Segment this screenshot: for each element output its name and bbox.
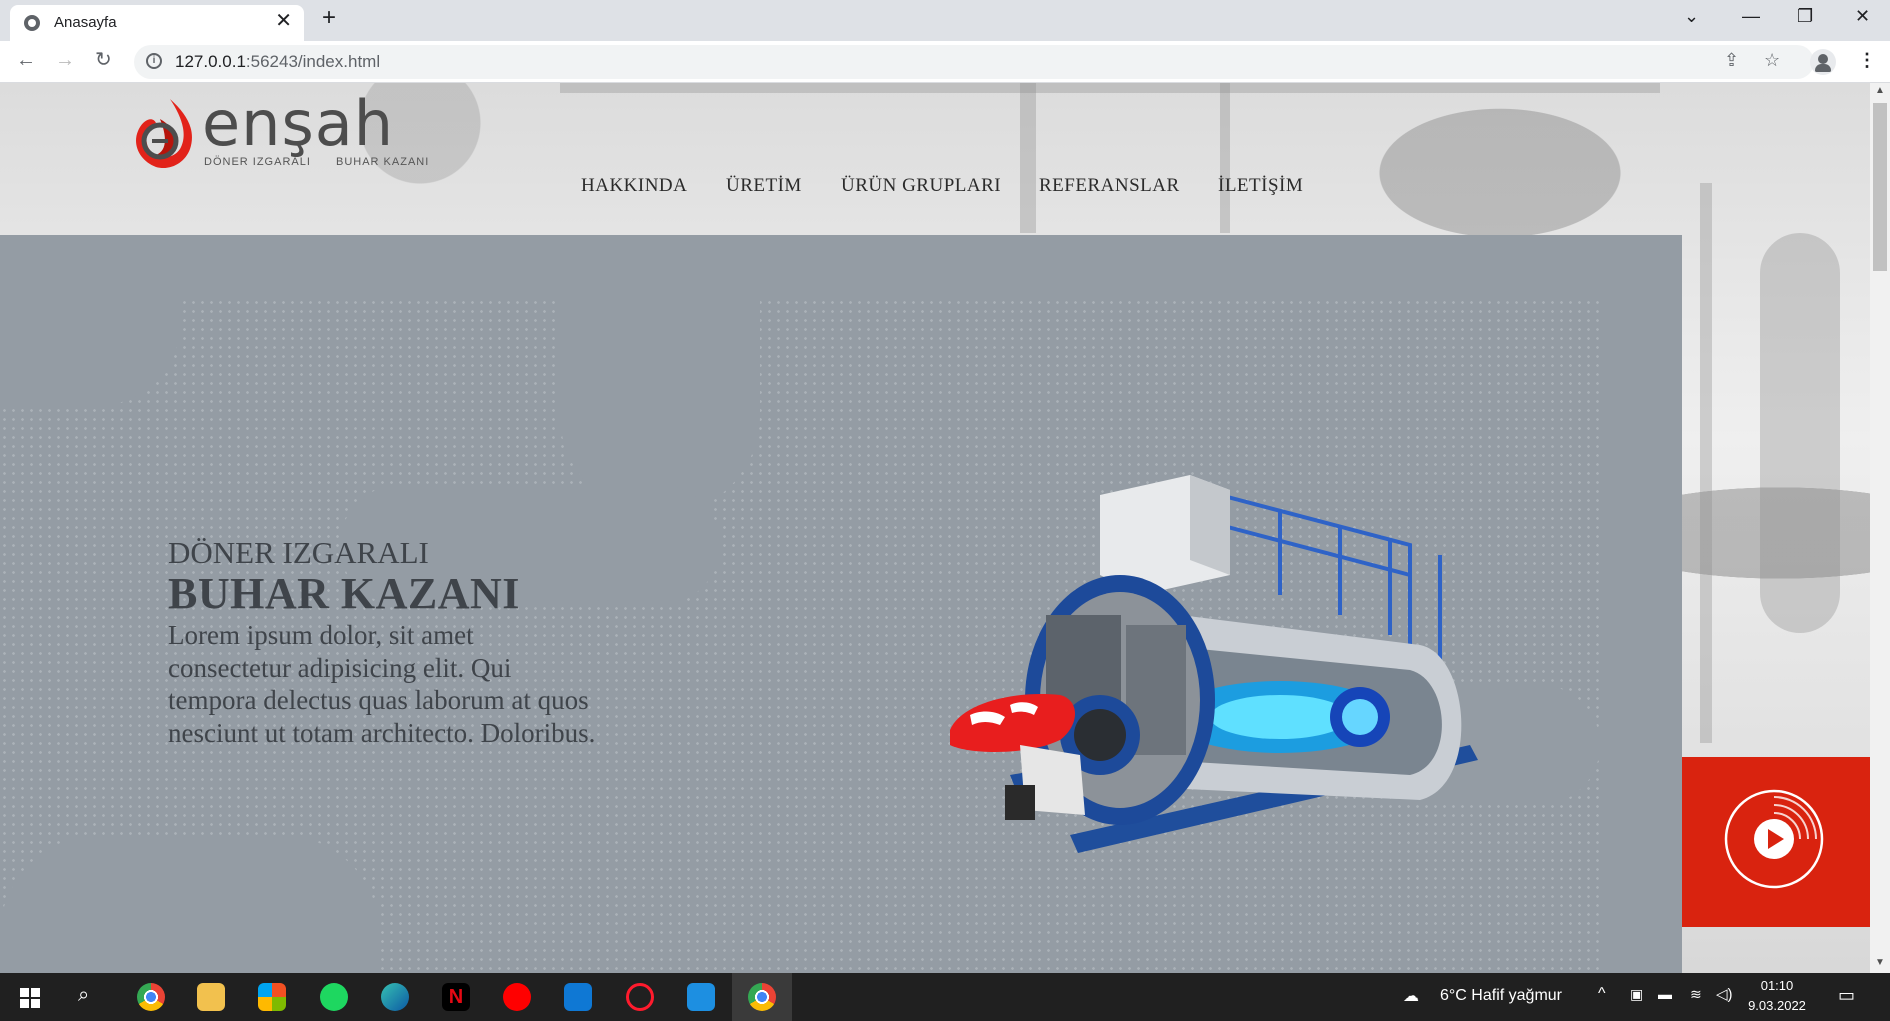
globe-icon: [24, 15, 40, 31]
store-icon[interactable]: [258, 983, 286, 1011]
remote-app-icon[interactable]: [687, 983, 715, 1011]
nav-link-production[interactable]: ÜRETİM: [726, 175, 802, 197]
tab-title: Anasayfa: [54, 14, 117, 31]
logo-subtitle-right: BUHAR KAZANI: [336, 156, 430, 168]
address-bar[interactable]: i 127.0.0.1:56243/index.html: [134, 45, 1814, 79]
chevron-up-icon[interactable]: ^: [1598, 985, 1606, 1003]
nav-link-about[interactable]: HAKKINDA: [581, 175, 687, 197]
nav-link-references[interactable]: REFERANSLAR: [1039, 175, 1180, 197]
scroll-up-arrow-icon[interactable]: ▲: [1875, 85, 1885, 96]
mail-icon[interactable]: [564, 983, 592, 1011]
logo-subtitle-left: DÖNER IZGARALI: [204, 156, 311, 168]
restore-button[interactable]: ❐: [1797, 6, 1813, 26]
bookmark-star-icon[interactable]: ☆: [1764, 50, 1780, 70]
chrome-active-icon[interactable]: [748, 983, 776, 1011]
windows-taskbar: ⌕ N ☁ 6°C Hafif yağmur ^ ▣ ▬ ≋ ◁) 01:10 …: [0, 973, 1890, 1021]
cloud-icon: ☁: [1403, 988, 1419, 1005]
clock-time[interactable]: 01:10: [1742, 978, 1812, 993]
steam-boiler-image: [950, 475, 1478, 853]
wifi-icon[interactable]: ≋: [1690, 986, 1702, 1003]
windows-start-icon[interactable]: [20, 988, 40, 1008]
battery-icon[interactable]: ▬: [1658, 986, 1672, 1002]
nav-link-products[interactable]: ÜRÜN GRUPLARI: [841, 175, 1001, 197]
scroll-down-arrow-icon[interactable]: ▼: [1875, 957, 1885, 968]
opera-icon[interactable]: [626, 983, 654, 1011]
new-tab-button[interactable]: +: [322, 6, 336, 30]
spotify-icon[interactable]: [320, 983, 348, 1011]
logo-wordmark: enşah: [202, 87, 395, 160]
back-arrow-icon[interactable]: ←: [16, 49, 36, 71]
weather-text[interactable]: 6°C Hafif yağmur: [1440, 987, 1562, 1005]
video-play-button[interactable]: [1682, 757, 1870, 927]
nav-link-contact[interactable]: İLETİŞİM: [1218, 175, 1303, 197]
slide-title: BUHAR KAZANI: [168, 569, 520, 618]
clock-date[interactable]: 9.03.2022: [1742, 998, 1812, 1013]
hero-slide: DÖNER IZGARALI BUHAR KAZANI Lorem ipsum …: [0, 235, 1682, 973]
close-window-button[interactable]: ✕: [1855, 6, 1870, 26]
youtube-music-icon[interactable]: [503, 983, 531, 1011]
forward-arrow-icon[interactable]: →: [55, 49, 75, 71]
url-text: 127.0.0.1:56243/index.html: [175, 52, 381, 71]
scrollbar-thumb[interactable]: [1873, 103, 1887, 271]
browser-toolbar: ← → ↻ i 127.0.0.1:56243/index.html ⇪ ☆ ⋮: [0, 41, 1890, 83]
minimize-button[interactable]: —: [1742, 6, 1760, 26]
reload-icon[interactable]: ↻: [95, 49, 112, 71]
profile-avatar[interactable]: [1810, 49, 1836, 75]
browser-tab-strip: Anasayfa ✕ + ⌄ — ❐ ✕: [0, 0, 1890, 41]
slide-description: Lorem ipsum dolor, sit amet consectetur …: [168, 620, 596, 748]
play-circle-icon: [1724, 789, 1824, 889]
tab-search-icon[interactable]: ⌄: [1684, 6, 1699, 26]
netflix-icon[interactable]: N: [442, 983, 470, 1011]
meet-icon[interactable]: ▣: [1630, 986, 1643, 1003]
page-scrollbar[interactable]: ▲ ▼: [1870, 83, 1890, 973]
browser-tab[interactable]: Anasayfa ✕: [10, 5, 304, 41]
close-tab-icon[interactable]: ✕: [275, 11, 292, 31]
site-logo[interactable]: enşah DÖNER IZGARALI BUHAR KAZANI: [130, 87, 430, 173]
share-icon[interactable]: ⇪: [1724, 50, 1739, 70]
slide-subtitle: DÖNER IZGARALI: [168, 535, 429, 570]
site-info-icon[interactable]: i: [146, 53, 162, 69]
chrome-icon[interactable]: [137, 983, 165, 1011]
menu-kebab-icon[interactable]: ⋮: [1858, 50, 1876, 70]
page-viewport: enşah DÖNER IZGARALI BUHAR KAZANI HAKKIN…: [0, 83, 1870, 973]
notifications-icon[interactable]: ▭: [1838, 985, 1855, 1006]
search-icon[interactable]: ⌕: [78, 984, 89, 1007]
edge-icon[interactable]: [381, 983, 409, 1011]
file-explorer-icon[interactable]: [197, 983, 225, 1011]
flame-logo-icon: [136, 99, 192, 169]
volume-icon[interactable]: ◁): [1716, 985, 1733, 1003]
